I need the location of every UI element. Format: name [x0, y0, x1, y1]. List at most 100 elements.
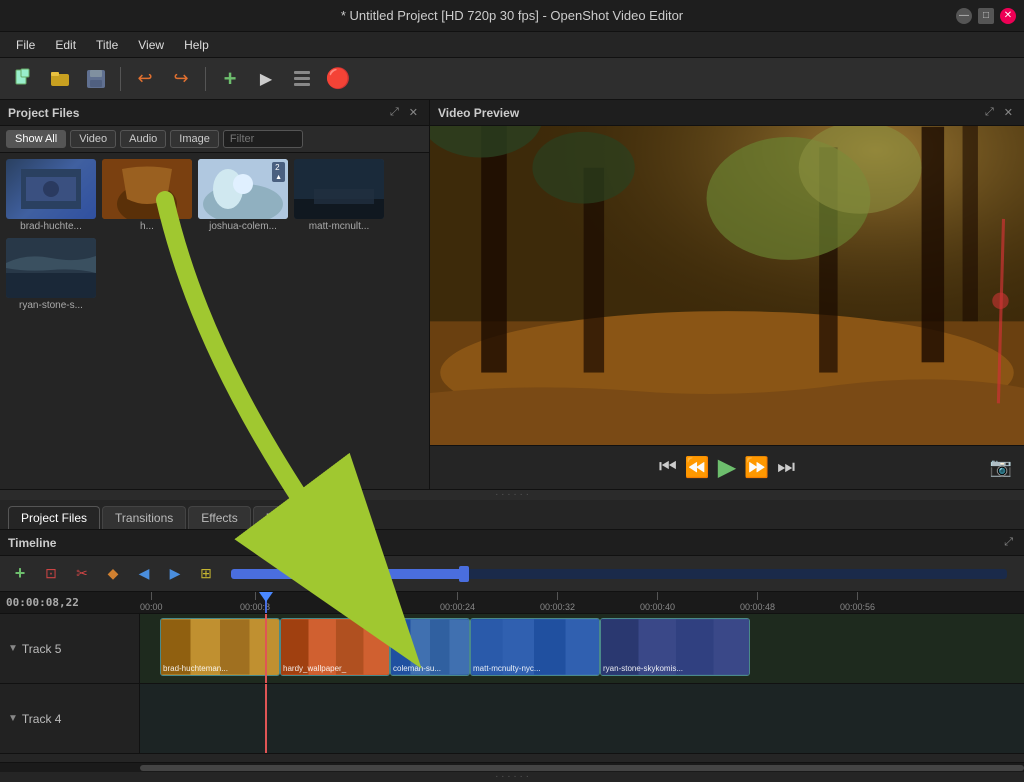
track-4-content[interactable] — [140, 684, 1024, 753]
maximize-button[interactable]: □ — [978, 8, 994, 24]
screenshot-button[interactable]: 📷 — [990, 457, 1012, 478]
close-button[interactable]: ✕ — [1000, 8, 1016, 24]
top-bottom-divider[interactable]: · · · · · · — [0, 490, 1024, 500]
menu-edit[interactable]: Edit — [47, 36, 84, 54]
new-button[interactable] — [8, 63, 40, 95]
video-preview-title: Video Preview — [438, 106, 519, 120]
track-5-arrow: ▼ — [8, 643, 18, 654]
transport-controls: ⏮ ⏪ ▶ ⏩ ⏭ 📷 — [430, 445, 1024, 489]
preview-close-button[interactable]: ✕ — [1001, 105, 1016, 120]
transport-wrapper: ⏮ ⏪ ▶ ⏩ ⏭ 📷 — [430, 451, 1024, 484]
media-item-matt-label: matt-mcnult... — [294, 221, 384, 232]
image-tab[interactable]: Image — [170, 130, 219, 148]
timebar-ruler: 00:00 00:00:8 00:00:16 00:00:24 — [140, 592, 1024, 613]
menu-help[interactable]: Help — [176, 36, 217, 54]
ruler-playhead — [265, 592, 267, 613]
track-4-label: ▼ Track 4 — [0, 684, 140, 753]
save-button[interactable] — [80, 63, 112, 95]
tab-emojis[interactable]: Emojis — [253, 506, 315, 529]
media-item-hardy[interactable]: h... — [102, 159, 192, 232]
redo-button[interactable]: ↪ — [165, 63, 197, 95]
toolbar: ↩ ↪ + ▶ 🔴 — [0, 58, 1024, 100]
timeline-progress-bar — [231, 569, 464, 579]
track4-playhead-line — [265, 684, 267, 753]
timeline-toolbar: + ⊡ ✂ ◆ ◀ ▶ ⊞ — [0, 556, 1024, 592]
open-button[interactable] — [44, 63, 76, 95]
playhead-line — [265, 614, 267, 683]
filter-input[interactable] — [223, 130, 303, 148]
minimize-button[interactable]: — — [956, 8, 972, 24]
rewind-button[interactable]: ⏪ — [681, 453, 714, 482]
media-item-ryan-label: ryan-stone-s... — [6, 300, 96, 311]
tab-effects[interactable]: Effects — [188, 506, 250, 529]
add-clip-button[interactable]: + — [214, 63, 246, 95]
clip-matt[interactable]: matt-mcnulty-nyc... — [470, 618, 600, 676]
menu-view[interactable]: View — [130, 36, 172, 54]
bottom-tabs: Project Files Transitions Effects Emojis — [0, 500, 1024, 530]
toolbar-playhead — [459, 566, 469, 582]
toolbar-sep-2 — [205, 67, 206, 91]
track-5-name: Track 5 — [22, 642, 62, 656]
panel-expand-button[interactable]: ⤢ — [387, 105, 402, 120]
tab-transitions[interactable]: Transitions — [102, 506, 186, 529]
media-item-joshua[interactable]: 2▲ joshua-colem... — [198, 159, 288, 232]
project-files-header: Project Files ⤢ ✕ — [0, 100, 429, 126]
project-files-panel: Project Files ⤢ ✕ Show All Video Audio I… — [0, 100, 430, 489]
magnetic-button[interactable]: ⊡ — [37, 561, 65, 587]
current-time-display: 00:00:08,22 — [0, 596, 140, 609]
play-button[interactable]: ▶ — [714, 451, 740, 484]
jump-end-button[interactable]: ⏭ — [773, 454, 799, 481]
media-item-ryan[interactable]: ryan-stone-s... — [6, 238, 96, 311]
media-item-hardy-label: h... — [102, 221, 192, 232]
menu-file[interactable]: File — [8, 36, 43, 54]
jump-start-button[interactable]: ⏮ — [655, 454, 681, 481]
menu-title[interactable]: Title — [88, 36, 126, 54]
top-panels: Project Files ⤢ ✕ Show All Video Audio I… — [0, 100, 1024, 490]
add-track-button[interactable]: + — [6, 561, 34, 587]
timeline-header: Timeline ⤢ — [0, 530, 1024, 556]
video-preview-panel: Video Preview ⤢ ✕ — [430, 100, 1024, 489]
add-marker-button[interactable]: ◆ — [99, 561, 127, 587]
prev-marker-button[interactable]: ◀ — [130, 561, 158, 587]
video-tab[interactable]: Video — [70, 130, 116, 148]
timeline-title: Timeline — [8, 536, 56, 550]
title-bar: * Untitled Project [HD 720p 30 fps] - Op… — [0, 0, 1024, 32]
clip-hardy[interactable]: hardy_wallpaper_ — [280, 618, 390, 676]
tab-project-files[interactable]: Project Files — [8, 506, 100, 529]
project-files-title: Project Files — [8, 106, 79, 120]
clip-coleman[interactable]: coleman-su... — [390, 618, 470, 676]
undo-button[interactable]: ↩ — [129, 63, 161, 95]
center-button[interactable]: ⊞ — [192, 561, 220, 587]
video-preview-header: Video Preview ⤢ ✕ — [430, 100, 1024, 126]
preview-panel-controls: ⤢ ✕ — [982, 105, 1016, 120]
track-row-5: ▼ Track 5 — [0, 614, 1024, 684]
playhead-triangle — [259, 592, 273, 602]
toolbar-sep-1 — [120, 67, 121, 91]
timeline-scrollbar[interactable] — [0, 762, 1024, 772]
track-4-name: Track 4 — [22, 712, 62, 726]
timeline-toolbar-area: + ⊡ ✂ ◆ ◀ ▶ ⊞ — [0, 556, 1024, 592]
timeline-timebar: 00:00:08,22 00:00 00:00:8 00:00:16 — [0, 592, 1024, 614]
media-item-brad[interactable]: brad-huchte... — [6, 159, 96, 232]
filter-bar: Show All Video Audio Image — [0, 126, 429, 153]
window-title: * Untitled Project [HD 720p 30 fps] - Op… — [341, 8, 683, 23]
play-preview-button[interactable]: ▶ — [250, 63, 282, 95]
track-5-content[interactable]: brad-huchteman... — [140, 614, 1024, 683]
fast-forward-button[interactable]: ⏩ — [740, 453, 773, 482]
track-row-4: ▼ Track 4 — [0, 684, 1024, 754]
cut-button[interactable]: ✂ — [68, 561, 96, 587]
panel-header-controls: ⤢ ✕ — [387, 105, 421, 120]
audio-tab[interactable]: Audio — [120, 130, 166, 148]
clip-brad[interactable]: brad-huchteman... — [160, 618, 280, 676]
media-item-matt[interactable]: matt-mcnult... — [294, 159, 384, 232]
scrollbar-thumb[interactable] — [140, 765, 1024, 771]
clip-ryan[interactable]: ryan-stone-skykomis... — [600, 618, 750, 676]
show-all-tab[interactable]: Show All — [6, 130, 66, 148]
panel-close-button[interactable]: ✕ — [406, 105, 421, 120]
preferences-button[interactable] — [286, 63, 318, 95]
next-marker-button[interactable]: ▶ — [161, 561, 189, 587]
timeline-expand-button[interactable]: ⤢ — [1001, 535, 1016, 550]
bottom-divider[interactable]: · · · · · · — [0, 772, 1024, 782]
record-button[interactable]: 🔴 — [322, 63, 354, 95]
preview-expand-button[interactable]: ⤢ — [982, 105, 997, 120]
